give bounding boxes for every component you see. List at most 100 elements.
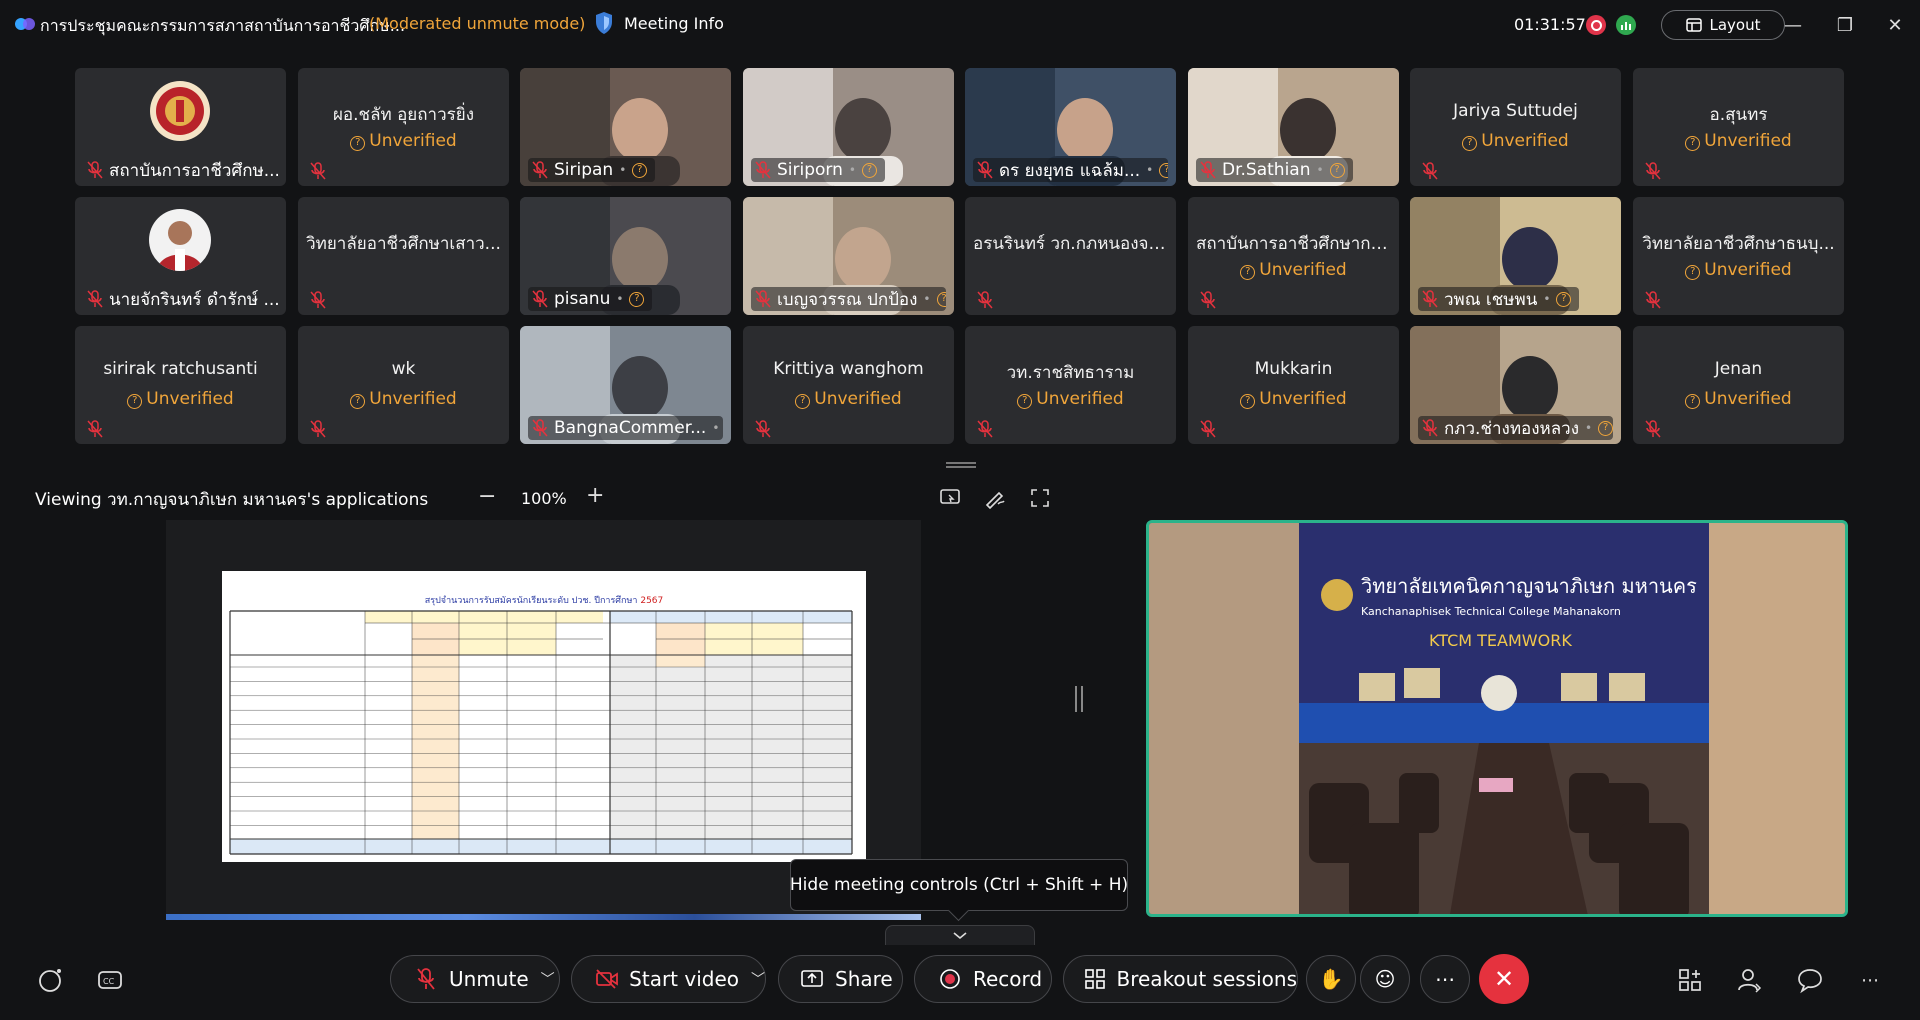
mic-muted-icon xyxy=(87,161,103,179)
participant-name: wk xyxy=(391,359,416,379)
collapse-controls-button[interactable] xyxy=(885,925,1035,945)
more-panels-icon[interactable]: ⋯ xyxy=(1856,966,1884,994)
participant-tile[interactable]: pisanu •? xyxy=(520,197,731,315)
recording-indicator-icon[interactable] xyxy=(1586,15,1606,35)
participant-tile[interactable]: ผอ.ชลัท อุยถาวรยิ่ง ? Unverified xyxy=(298,68,509,186)
participant-name: อ.สุนทร xyxy=(1709,105,1768,125)
active-speaker-video[interactable]: วิทยาลัยเทคนิคกาญจนาภิเษก มหานคร Kanchan… xyxy=(1146,520,1848,917)
participant-tile[interactable]: ดร ยงยุทธ แฉล้ม...•? xyxy=(965,68,1176,186)
record-button[interactable]: Record xyxy=(914,955,1052,1003)
ai-assistant-icon[interactable] xyxy=(36,966,64,994)
participant-tile[interactable]: วพณ เชษพน •? xyxy=(1410,197,1621,315)
participant-tile[interactable]: sirirak ratchusanti ? Unverified xyxy=(75,326,286,444)
participant-tile[interactable]: นายจักรินทร์ ดำรักษ์ ... xyxy=(75,197,286,315)
unverified-icon: ? xyxy=(795,394,811,409)
verification-status: ? Unverified xyxy=(1188,389,1399,409)
reactions-button[interactable]: ☺ xyxy=(1360,955,1410,1003)
participant-tile[interactable]: Siriporn •? xyxy=(743,68,954,186)
participant-name: Krittiya wanghom xyxy=(773,359,924,379)
participant-tile[interactable]: วท.ราชสิทธาราม ? Unverified xyxy=(965,326,1176,444)
participant-tile[interactable]: Jariya Suttudej ? Unverified xyxy=(1410,68,1621,186)
network-stats-icon[interactable] xyxy=(1616,15,1636,35)
participant-tile[interactable]: สถาบันการอาชีวศึกษ... xyxy=(75,68,286,186)
ellipsis-icon: ⋯ xyxy=(1435,967,1455,991)
chevron-down-icon[interactable]: ﹀ xyxy=(751,969,765,989)
participant-name: สถาบันการอาชีวศึกษากรุ... xyxy=(1196,234,1396,254)
participant-name: Dr.Sathian xyxy=(1222,160,1311,180)
participant-tile[interactable]: wk ? Unverified xyxy=(298,326,509,444)
meeting-timer: 01:31:57 xyxy=(1514,15,1586,34)
remote-control-icon[interactable] xyxy=(939,487,961,509)
spreadsheet-table xyxy=(229,610,853,855)
minimize-icon[interactable]: — xyxy=(1780,12,1806,38)
mic-muted-icon xyxy=(1200,291,1216,309)
participant-tile[interactable]: BangnaCommer...•? xyxy=(520,326,731,444)
participant-tile[interactable]: วิทยาลัยอาชีวศึกษาธนบุ... ? Unverified xyxy=(1633,197,1844,315)
participant-tile[interactable]: อรนรินทร์ วก.กภหนองจอก xyxy=(965,197,1176,315)
participant-tile[interactable]: Dr.Sathian •? xyxy=(1188,68,1399,186)
participant-label: Dr.Sathian •? xyxy=(1196,158,1353,182)
zoom-in-button[interactable]: + xyxy=(586,483,604,508)
unverified-icon: ? xyxy=(1598,420,1613,436)
participant-tile[interactable]: Mukkarin ? Unverified xyxy=(1188,326,1399,444)
mic-muted-icon xyxy=(532,290,548,308)
restore-icon[interactable]: ❐ xyxy=(1832,12,1858,38)
leave-meeting-button[interactable]: ✕ xyxy=(1479,954,1529,1004)
participant-name: Jariya Suttudej xyxy=(1453,101,1578,121)
split-view-handle[interactable] xyxy=(1075,686,1083,712)
start-video-button[interactable]: Start video ﹀ xyxy=(571,955,766,1003)
banner-english-text: Kanchanaphisek Technical College Mahanak… xyxy=(1361,605,1621,618)
verification-status: ? Unverified xyxy=(75,389,286,409)
participant-label: วพณ เชษพน •? xyxy=(1418,287,1580,311)
participant-name: วิทยาลัยอาชีวศึกษาเสาว... xyxy=(306,234,501,254)
close-icon[interactable]: ✕ xyxy=(1882,12,1908,38)
raise-hand-button[interactable]: ✋ xyxy=(1306,955,1356,1003)
more-options-button[interactable]: ⋯ xyxy=(1420,955,1470,1003)
participant-tile[interactable]: กภว.ช่างทองหลวง •? xyxy=(1410,326,1621,444)
unverified-icon: ? xyxy=(1240,265,1256,280)
participant-label: pisanu •? xyxy=(528,287,653,311)
breakout-sessions-button[interactable]: Breakout sessions xyxy=(1063,955,1298,1003)
verification-status: ? Unverified xyxy=(743,389,954,409)
chat-icon[interactable] xyxy=(1796,966,1824,994)
shared-spreadsheet: สรุปจำนวนการรับสมัครนักเรียนระดับ ปวช. ป… xyxy=(222,571,866,862)
unmute-button[interactable]: Unmute ﹀ xyxy=(390,955,560,1003)
apps-icon[interactable] xyxy=(1676,966,1704,994)
breakout-grid-icon xyxy=(1084,966,1107,992)
unverified-icon: ? xyxy=(1685,136,1701,151)
zoom-out-button[interactable]: − xyxy=(478,484,496,509)
unverified-icon: ? xyxy=(350,394,366,409)
user-avatar xyxy=(149,209,211,271)
participant-tile[interactable]: Siripan •? xyxy=(520,68,731,186)
layout-button[interactable]: Layout xyxy=(1661,10,1785,40)
hand-icon: ✋ xyxy=(1318,967,1344,991)
mic-muted-icon xyxy=(310,162,326,180)
participant-grid: สถาบันการอาชีวศึกษ... ผอ.ชลัท อุยถาวรยิ่ง… xyxy=(75,68,1845,444)
participant-name: sirirak ratchusanti xyxy=(103,359,258,379)
annotate-icon[interactable] xyxy=(984,487,1006,509)
meeting-controls-bar: CC Unmute ﹀ Start video ﹀ Share Record B… xyxy=(0,945,1920,1020)
meeting-info-button[interactable]: Meeting Info xyxy=(594,11,724,35)
share-button[interactable]: Share xyxy=(778,955,903,1003)
participant-tile[interactable]: Krittiya wanghom ? Unverified xyxy=(743,326,954,444)
unverified-icon: ? xyxy=(1556,291,1572,307)
organization-logo-icon xyxy=(150,81,210,141)
hide-controls-tooltip: Hide meeting controls (Ctrl + Shift + H) xyxy=(790,859,1128,911)
participant-tile[interactable]: เบญจวรรณ ปกป้อง•? xyxy=(743,197,954,315)
closed-captions-icon[interactable]: CC xyxy=(96,966,124,994)
unverified-icon: ? xyxy=(936,291,946,307)
sheet-cell-fill xyxy=(412,655,459,839)
participant-tile[interactable]: สถาบันการอาชีวศึกษากรุ... ? Unverified xyxy=(1188,197,1399,315)
mic-muted-icon xyxy=(977,161,993,179)
fullscreen-icon[interactable] xyxy=(1029,487,1051,509)
chevron-down-icon[interactable]: ﹀ xyxy=(541,969,555,989)
unverified-icon: ? xyxy=(127,394,143,409)
participant-tile[interactable]: อ.สุนทร ? Unverified xyxy=(1633,68,1844,186)
participant-tile[interactable]: วิทยาลัยอาชีวศึกษาเสาว... xyxy=(298,197,509,315)
shared-taskbar-strip xyxy=(166,914,921,920)
resize-handle[interactable] xyxy=(946,462,976,468)
unverified-icon: ? xyxy=(1685,265,1701,280)
unmute-label: Unmute xyxy=(449,967,529,991)
participants-icon[interactable] xyxy=(1736,966,1764,994)
participant-tile[interactable]: Jenan ? Unverified xyxy=(1633,326,1844,444)
